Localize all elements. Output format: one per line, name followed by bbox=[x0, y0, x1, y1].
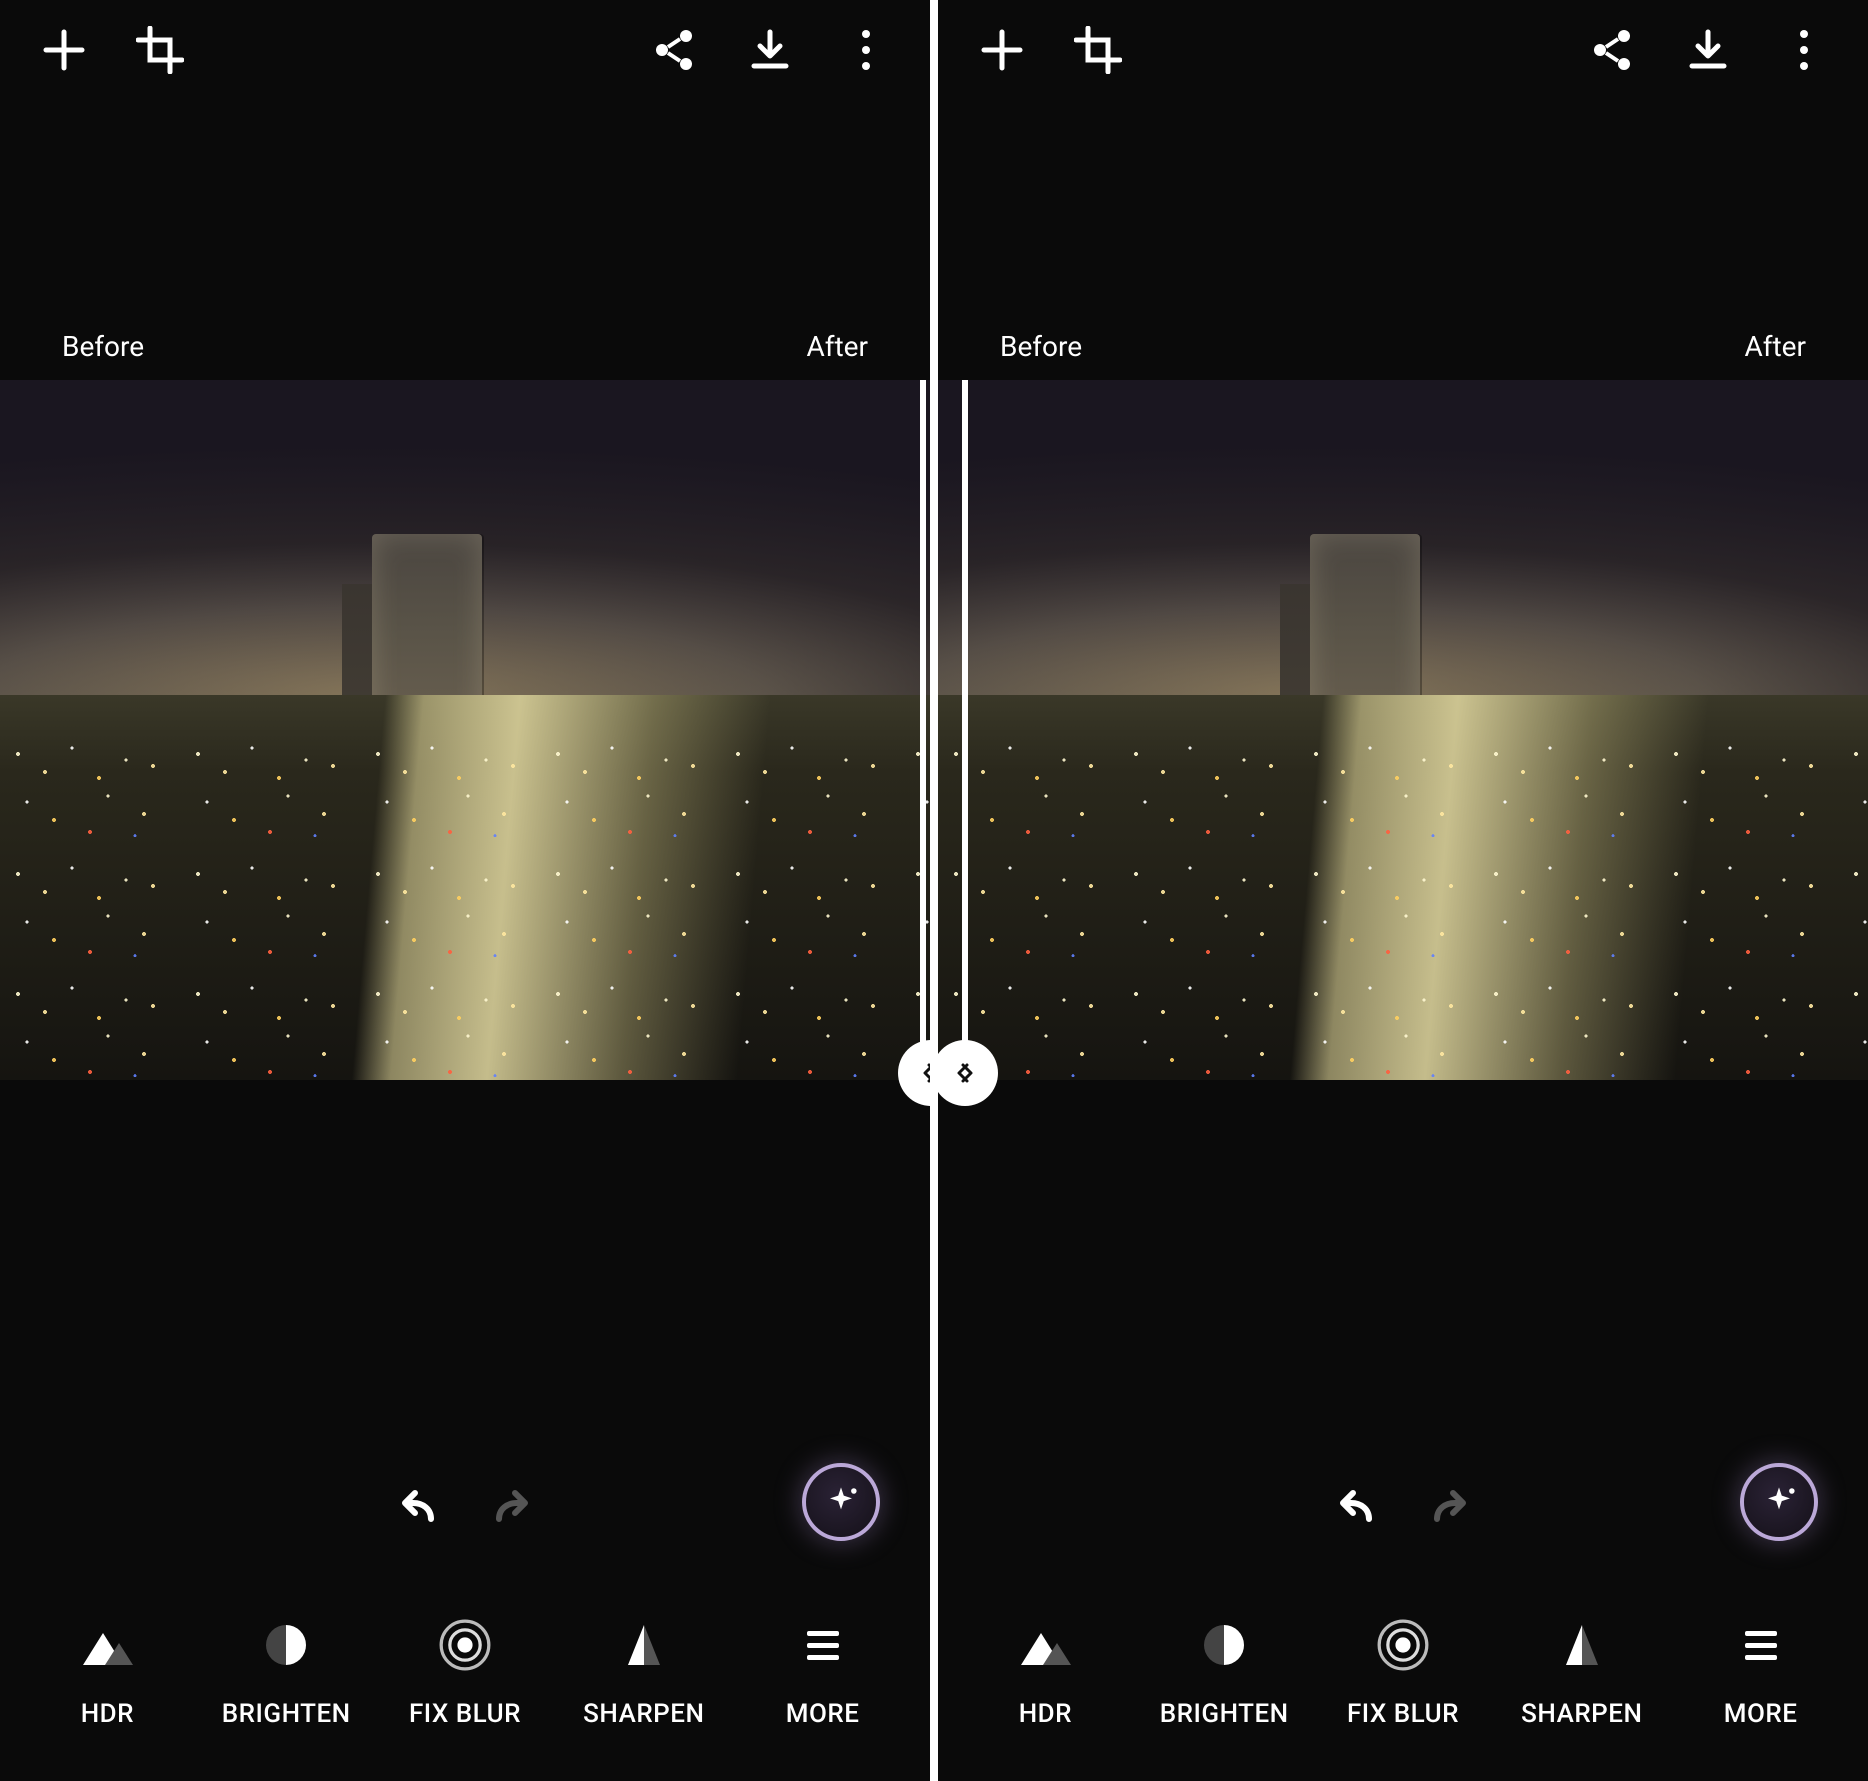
screenshot-left: Before After HDR BRIGHTEN bbox=[0, 0, 930, 1781]
crop-button[interactable] bbox=[1074, 26, 1122, 74]
tool-label: FIX BLUR bbox=[409, 1699, 521, 1729]
magic-enhance-button[interactable] bbox=[802, 1463, 880, 1541]
brighten-icon bbox=[1192, 1613, 1256, 1677]
bottom-toolbar: HDR BRIGHTEN FIX BLUR SHARPEN MORE bbox=[938, 1581, 1868, 1781]
fix-blur-icon bbox=[1371, 1613, 1435, 1677]
photo-preview[interactable] bbox=[938, 380, 1868, 1080]
tool-more[interactable]: MORE bbox=[1676, 1613, 1846, 1729]
tool-brighten[interactable]: BRIGHTEN bbox=[1139, 1613, 1309, 1729]
add-button[interactable] bbox=[40, 26, 88, 74]
overflow-menu-button[interactable] bbox=[1780, 26, 1828, 74]
download-button[interactable] bbox=[1684, 26, 1732, 74]
redo-button bbox=[1427, 1483, 1475, 1531]
tool-sharpen[interactable]: SHARPEN bbox=[1497, 1613, 1667, 1729]
fix-blur-icon bbox=[433, 1613, 497, 1677]
tool-label: HDR bbox=[81, 1699, 134, 1729]
download-button[interactable] bbox=[746, 26, 794, 74]
tool-more[interactable]: MORE bbox=[738, 1613, 908, 1729]
tool-sharpen[interactable]: SHARPEN bbox=[559, 1613, 729, 1729]
undo-button[interactable] bbox=[1331, 1483, 1379, 1531]
bottom-toolbar: HDR BRIGHTEN FIX BLUR SHARPEN MORE bbox=[0, 1581, 930, 1781]
top-toolbar bbox=[938, 0, 1868, 100]
history-bar bbox=[0, 1483, 930, 1531]
tool-label: BRIGHTEN bbox=[1160, 1699, 1289, 1729]
overflow-menu-button[interactable] bbox=[842, 26, 890, 74]
sharpen-icon bbox=[1550, 1613, 1614, 1677]
sharpen-icon bbox=[612, 1613, 676, 1677]
top-toolbar bbox=[0, 0, 930, 100]
compare-slider-line[interactable] bbox=[920, 380, 926, 1100]
tool-fix-blur[interactable]: FIX BLUR bbox=[380, 1613, 550, 1729]
tool-hdr[interactable]: HDR bbox=[960, 1613, 1130, 1729]
tool-label: BRIGHTEN bbox=[222, 1699, 351, 1729]
brighten-icon bbox=[254, 1613, 318, 1677]
share-button[interactable] bbox=[650, 26, 698, 74]
tool-label: FIX BLUR bbox=[1347, 1699, 1459, 1729]
share-button[interactable] bbox=[1588, 26, 1636, 74]
tool-hdr[interactable]: HDR bbox=[22, 1613, 192, 1729]
tool-brighten[interactable]: BRIGHTEN bbox=[201, 1613, 371, 1729]
hdr-icon bbox=[1013, 1613, 1077, 1677]
tool-fix-blur[interactable]: FIX BLUR bbox=[1318, 1613, 1488, 1729]
after-label: After bbox=[807, 330, 869, 363]
screenshot-right: Before After HDR BRIGHTEN bbox=[938, 0, 1868, 1781]
magic-enhance-button[interactable] bbox=[1740, 1463, 1818, 1541]
after-label: After bbox=[1745, 330, 1807, 363]
before-label: Before bbox=[1000, 330, 1082, 363]
tool-label: SHARPEN bbox=[583, 1699, 704, 1729]
before-label: Before bbox=[62, 330, 144, 363]
redo-button bbox=[489, 1483, 537, 1531]
compare-slider-line[interactable] bbox=[962, 380, 968, 1100]
tool-label: SHARPEN bbox=[1521, 1699, 1642, 1729]
add-button[interactable] bbox=[978, 26, 1026, 74]
crop-button[interactable] bbox=[136, 26, 184, 74]
tool-label: HDR bbox=[1019, 1699, 1072, 1729]
photo-preview[interactable] bbox=[0, 380, 930, 1080]
tool-label: MORE bbox=[1724, 1699, 1798, 1729]
hdr-icon bbox=[75, 1613, 139, 1677]
tool-label: MORE bbox=[786, 1699, 860, 1729]
history-bar bbox=[938, 1483, 1868, 1531]
compare-slider-handle[interactable] bbox=[938, 1040, 998, 1106]
more-icon bbox=[791, 1613, 855, 1677]
undo-button[interactable] bbox=[393, 1483, 441, 1531]
more-icon bbox=[1729, 1613, 1793, 1677]
